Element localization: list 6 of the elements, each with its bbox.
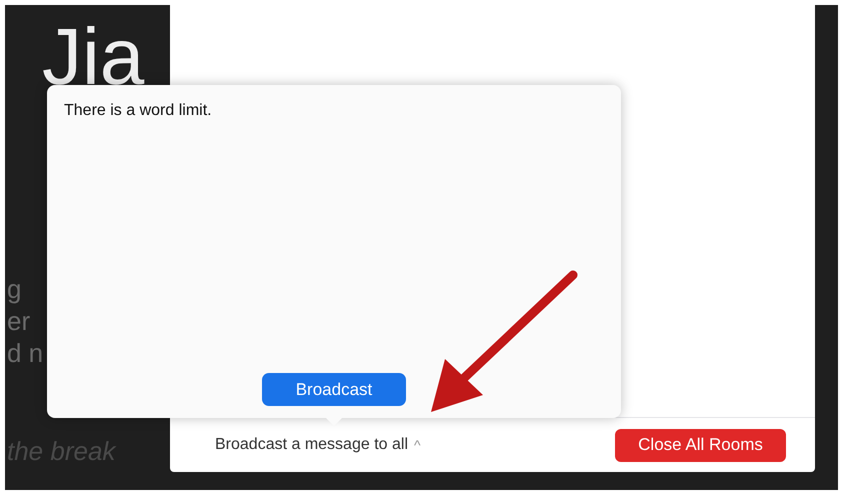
background-text: g xyxy=(7,275,22,304)
broadcast-button[interactable]: Broadcast xyxy=(262,373,406,406)
background-text: er xyxy=(7,307,30,336)
close-all-rooms-button[interactable]: Close All Rooms xyxy=(615,428,786,462)
broadcast-toggle[interactable]: Broadcast a message to all ^ xyxy=(215,436,421,454)
background-text: d n xyxy=(7,339,44,368)
